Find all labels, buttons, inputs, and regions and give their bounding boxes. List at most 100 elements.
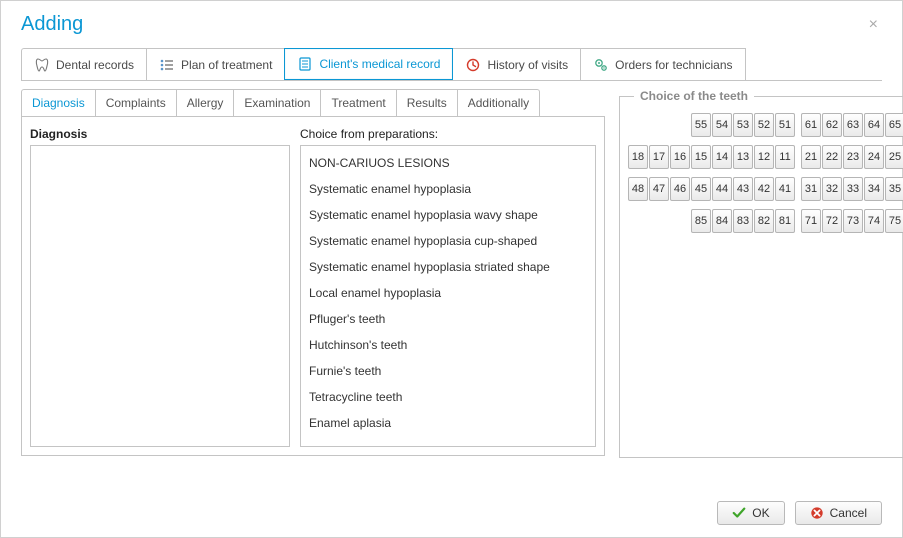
- main-tab-label: Client's medical record: [319, 57, 440, 71]
- main-tab-dental-records[interactable]: Dental records: [21, 48, 147, 80]
- preparation-item[interactable]: Hutchinson's teeth: [301, 332, 595, 358]
- tooth-34[interactable]: 34: [864, 177, 884, 201]
- main-tab-plan-of-treatment[interactable]: Plan of treatment: [146, 48, 285, 80]
- sub-tab-additionally[interactable]: Additionally: [457, 89, 540, 116]
- sub-tab-allergy[interactable]: Allergy: [176, 89, 235, 116]
- teeth-fieldset: Choice of the teeth 55545352516162636465…: [619, 89, 903, 458]
- tooth-25[interactable]: 25: [885, 145, 903, 169]
- tooth-13[interactable]: 13: [733, 145, 753, 169]
- main-tab-label: Plan of treatment: [181, 58, 272, 72]
- tooth-46[interactable]: 46: [670, 177, 690, 201]
- sub-tab-bar: DiagnosisComplaintsAllergyExaminationTre…: [21, 89, 605, 116]
- tooth-22[interactable]: 22: [822, 145, 842, 169]
- tooth-82[interactable]: 82: [754, 209, 774, 233]
- tooth-12[interactable]: 12: [754, 145, 774, 169]
- left-column: DiagnosisComplaintsAllergyExaminationTre…: [21, 89, 605, 458]
- tooth-84[interactable]: 84: [712, 209, 732, 233]
- preparation-item[interactable]: Systematic enamel hypoplasia striated sh…: [301, 254, 595, 280]
- tooth-43[interactable]: 43: [733, 177, 753, 201]
- titlebar: Adding ×: [21, 1, 882, 48]
- preparation-item[interactable]: NON-CARIUOS LESIONS: [301, 150, 595, 176]
- diagnosis-textbox[interactable]: [30, 145, 290, 447]
- tooth-74[interactable]: 74: [864, 209, 884, 233]
- tooth-42[interactable]: 42: [754, 177, 774, 201]
- tooth-group-right: 7172737475: [801, 209, 903, 233]
- tooth-33[interactable]: 33: [843, 177, 863, 201]
- tooth-81[interactable]: 81: [775, 209, 795, 233]
- preparation-item[interactable]: Systematic enamel hypoplasia wavy shape: [301, 202, 595, 228]
- close-icon[interactable]: ×: [865, 16, 882, 34]
- tooth-15[interactable]: 15: [691, 145, 711, 169]
- tooth-85[interactable]: 85: [691, 209, 711, 233]
- tooth-63[interactable]: 63: [843, 113, 863, 137]
- tooth-21[interactable]: 21: [801, 145, 821, 169]
- sub-tab-results[interactable]: Results: [396, 89, 458, 116]
- tooth-83[interactable]: 83: [733, 209, 753, 233]
- teeth-row: 48474645444342413132333435363738: [628, 177, 903, 201]
- preparation-item[interactable]: Local enamel hypoplasia: [301, 280, 595, 306]
- sub-tab-diagnosis[interactable]: Diagnosis: [21, 89, 96, 116]
- preparation-item[interactable]: Systematic enamel hypoplasia: [301, 176, 595, 202]
- tooth-62[interactable]: 62: [822, 113, 842, 137]
- right-column: Choice of the teeth 55545352516162636465…: [619, 89, 882, 458]
- tooth-11[interactable]: 11: [775, 145, 795, 169]
- tooth-23[interactable]: 23: [843, 145, 863, 169]
- tooth-54[interactable]: 54: [712, 113, 732, 137]
- dialog-title: Adding: [21, 13, 83, 36]
- cancel-icon: [810, 506, 824, 520]
- teeth-row: 85848382817172737475: [691, 209, 903, 233]
- tooth-18[interactable]: 18: [628, 145, 648, 169]
- diagnosis-column: Diagnosis: [30, 125, 290, 447]
- tooth-16[interactable]: 16: [670, 145, 690, 169]
- main-tab-client-s-medical-record[interactable]: Client's medical record: [284, 48, 453, 80]
- preparation-item[interactable]: Tetracycline teeth: [301, 384, 595, 410]
- preparation-item[interactable]: Furnie's teeth: [301, 358, 595, 384]
- cancel-button[interactable]: Cancel: [795, 501, 882, 525]
- tooth-group-left: 8584838281: [691, 209, 795, 233]
- tooth-65[interactable]: 65: [885, 113, 903, 137]
- tooth-group-left: 5554535251: [691, 113, 795, 137]
- preparations-list[interactable]: NON-CARIUOS LESIONSSystematic enamel hyp…: [301, 146, 595, 446]
- main-tab-history-of-visits[interactable]: History of visits: [452, 48, 581, 80]
- check-icon: [732, 506, 746, 520]
- preparation-item[interactable]: Systematic enamel hypoplasia cup-shaped: [301, 228, 595, 254]
- tooth-72[interactable]: 72: [822, 209, 842, 233]
- preparations-column: Choice from preparations: NON-CARIUOS LE…: [300, 125, 596, 447]
- tooth-24[interactable]: 24: [864, 145, 884, 169]
- teeth-legend: Choice of the teeth: [634, 89, 754, 103]
- sub-tab-treatment[interactable]: Treatment: [320, 89, 396, 116]
- ok-button[interactable]: OK: [717, 501, 784, 525]
- tooth-52[interactable]: 52: [754, 113, 774, 137]
- tooth-17[interactable]: 17: [649, 145, 669, 169]
- sub-tab-complaints[interactable]: Complaints: [95, 89, 177, 116]
- tooth-32[interactable]: 32: [822, 177, 842, 201]
- teeth-row: 18171615141312112122232425262728: [628, 145, 903, 169]
- preparation-item[interactable]: Enamel aplasia: [301, 410, 595, 436]
- tooth-35[interactable]: 35: [885, 177, 903, 201]
- tooth-44[interactable]: 44: [712, 177, 732, 201]
- cancel-button-label: Cancel: [830, 506, 867, 520]
- tooth-75[interactable]: 75: [885, 209, 903, 233]
- tooth-14[interactable]: 14: [712, 145, 732, 169]
- main-tab-orders-for-technicians[interactable]: Orders for technicians: [580, 48, 745, 80]
- teeth-grid: 55545352516162636465 18171615141312112122…: [628, 113, 903, 233]
- dialog-window: Adding × Dental records Plan of treatment…: [0, 0, 903, 538]
- sub-tab-examination[interactable]: Examination: [233, 89, 321, 116]
- tooth-71[interactable]: 71: [801, 209, 821, 233]
- tooth-73[interactable]: 73: [843, 209, 863, 233]
- tooth-64[interactable]: 64: [864, 113, 884, 137]
- tooth-48[interactable]: 48: [628, 177, 648, 201]
- tooth-45[interactable]: 45: [691, 177, 711, 201]
- tooth-51[interactable]: 51: [775, 113, 795, 137]
- preparation-item[interactable]: Pfluger's teeth: [301, 306, 595, 332]
- teeth-row: 55545352516162636465: [691, 113, 903, 137]
- tooth-icon: [34, 57, 50, 73]
- tooth-31[interactable]: 31: [801, 177, 821, 201]
- tooth-53[interactable]: 53: [733, 113, 753, 137]
- tooth-61[interactable]: 61: [801, 113, 821, 137]
- tooth-47[interactable]: 47: [649, 177, 669, 201]
- ok-button-label: OK: [752, 506, 769, 520]
- tooth-41[interactable]: 41: [775, 177, 795, 201]
- tooth-55[interactable]: 55: [691, 113, 711, 137]
- main-tab-bar: Dental records Plan of treatment Client's …: [21, 48, 882, 81]
